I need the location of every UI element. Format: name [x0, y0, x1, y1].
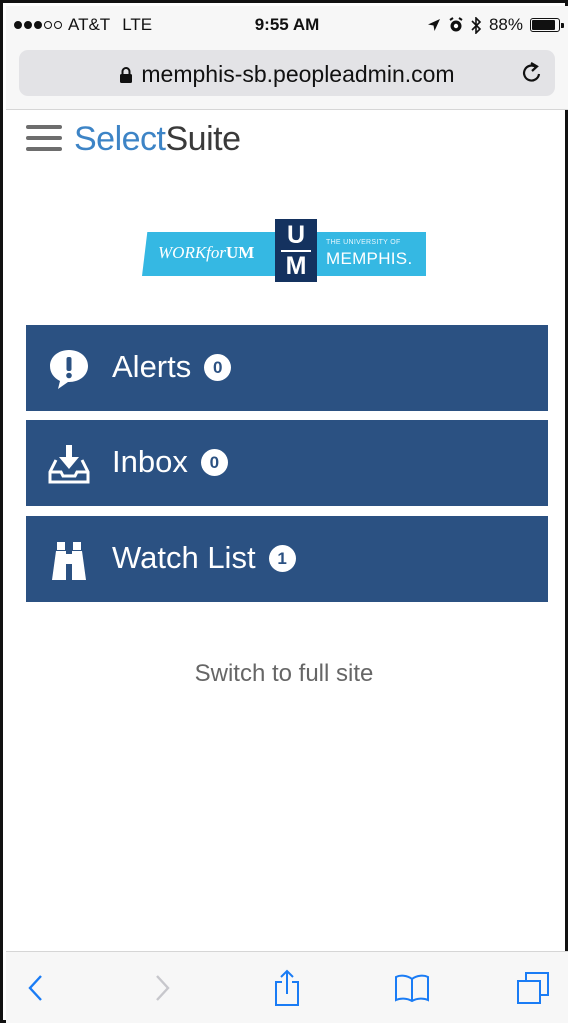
alarm-icon [449, 17, 463, 32]
forward-button[interactable] [132, 952, 192, 1023]
bookmarks-icon [395, 974, 429, 1003]
menu-bar [26, 125, 62, 129]
inbox-count-badge: 0 [200, 448, 228, 476]
battery-tip [561, 23, 564, 28]
binoculars-icon [52, 542, 86, 580]
battery-fill [532, 20, 555, 30]
menu-tile-watch-list[interactable]: Watch List 1 [26, 516, 548, 602]
url-text: memphis-sb.peopleadmin.com [141, 61, 455, 87]
logo-left-panel: WORKforUM [142, 232, 275, 276]
work-for-um-logo: WORKforUM U M THE UNIVERSITY OF MEMPHIS. [142, 219, 426, 282]
logo-memphis-text: MEMPHIS. [326, 249, 413, 268]
status-bar: AT&T LTE 9:55 AM 88% [6, 6, 568, 44]
menu-tile-alerts[interactable]: Alerts 0 [26, 325, 548, 411]
menu-bar [26, 136, 62, 140]
url-display[interactable]: memphis-sb.peopleadmin.com [19, 61, 555, 88]
menu-tile-inbox[interactable]: Inbox 0 [26, 420, 548, 506]
alerts-label: Alerts [112, 349, 192, 384]
brand-suite-text: Suite [165, 120, 242, 158]
brand-select-text: Select [74, 120, 166, 158]
tabs-button[interactable] [503, 952, 563, 1023]
hamburger-menu-icon[interactable] [26, 125, 62, 155]
logo-um-text: UM [226, 243, 255, 262]
logo-for-text: for [206, 243, 227, 262]
share-button[interactable] [257, 952, 317, 1023]
bluetooth-icon [471, 16, 482, 34]
watch-list-count-badge: 1 [268, 544, 296, 572]
inbox-tray-icon [48, 445, 90, 484]
switch-to-full-site-link[interactable]: Switch to full site [3, 660, 565, 688]
logo-monogram-u: U [286, 221, 306, 249]
browser-top-chrome: AT&T LTE 9:55 AM 88% memphis-sb.peoplead… [6, 6, 568, 110]
brand-logo[interactable]: SelectSuite [74, 120, 241, 159]
back-button[interactable] [6, 952, 66, 1023]
logo-work-for-um-text: WORKforUM [158, 243, 254, 263]
tabs-icon [517, 972, 549, 1004]
alerts-count-badge: 0 [204, 353, 232, 381]
tile-label-watch-list: Watch List 1 [112, 540, 296, 576]
tile-label-inbox: Inbox 0 [112, 444, 228, 480]
tile-label-alerts: Alerts 0 [112, 349, 232, 385]
app-header: SelectSuite [6, 111, 568, 167]
logo-monogram-m: M [285, 252, 307, 280]
alert-speech-bubble-icon [50, 350, 88, 389]
logo-right-panel: THE UNIVERSITY OF MEMPHIS. [317, 232, 426, 276]
watch-list-label: Watch List [112, 540, 256, 575]
logo-um-monogram: U M [275, 219, 317, 282]
browser-bottom-toolbar [6, 951, 568, 1023]
battery-percent: 88% [488, 15, 523, 34]
inbox-label: Inbox [112, 444, 188, 479]
menu-bar [26, 147, 62, 151]
status-right: 88% [427, 15, 564, 35]
bookmarks-button[interactable] [382, 952, 442, 1023]
forward-icon [156, 975, 170, 1001]
lock-icon [120, 67, 133, 84]
share-icon [275, 969, 299, 1006]
address-bar[interactable]: memphis-sb.peopleadmin.com [19, 50, 555, 96]
battery-icon [530, 18, 564, 32]
location-arrow-icon [427, 19, 440, 31]
reload-icon[interactable] [521, 61, 543, 85]
logo-work-text: WORK [158, 243, 207, 262]
screen-frame: AT&T LTE 9:55 AM 88% memphis-sb.peoplead… [0, 0, 568, 1023]
logo-university-of-text: THE UNIVERSITY OF [326, 239, 401, 246]
back-icon [28, 975, 42, 1001]
